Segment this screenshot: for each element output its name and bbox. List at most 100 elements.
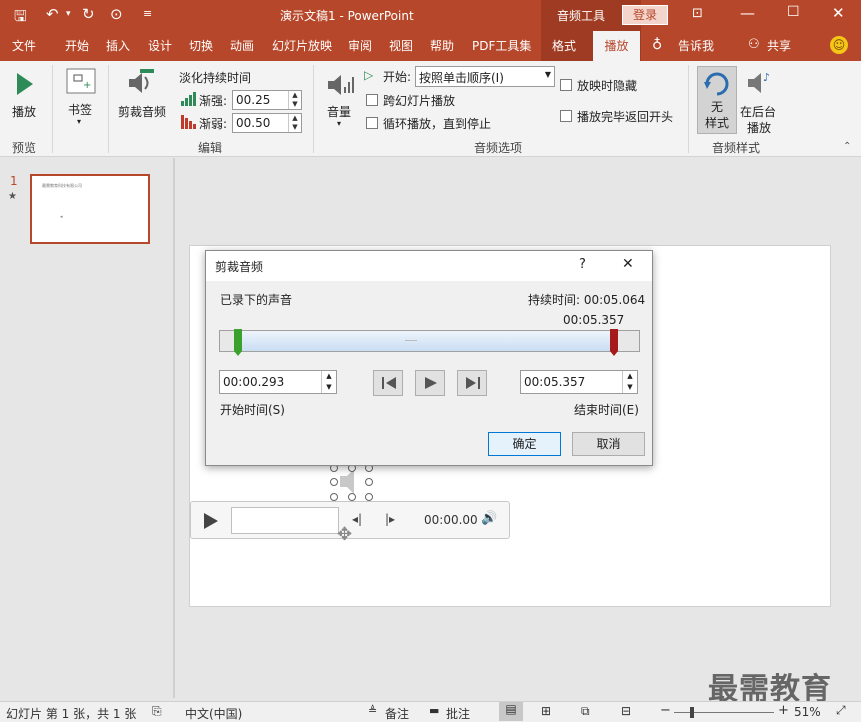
hide-during-show-checkbox[interactable] xyxy=(560,79,572,91)
start-select[interactable]: 按照单击顺序(I) ▼ xyxy=(415,66,555,87)
audio-tools-label: 音频工具 xyxy=(557,9,606,23)
fit-to-window-icon[interactable]: ⤢ xyxy=(836,703,846,718)
login-button[interactable]: 登录 xyxy=(622,5,668,25)
trim-audio-icon[interactable] xyxy=(126,68,156,98)
start-label: 开始: xyxy=(383,70,412,84)
preview-play-button[interactable]: 播放 xyxy=(12,103,36,120)
bookmark-dropdown-icon[interactable]: ▾ xyxy=(77,117,81,126)
zoom-slider[interactable] xyxy=(674,712,774,713)
volume-dropdown-icon[interactable]: ▾ xyxy=(337,119,341,128)
background-play-icon[interactable]: ♪ xyxy=(745,69,775,97)
tab-review[interactable]: 审阅 xyxy=(348,31,372,61)
previous-button[interactable] xyxy=(373,370,403,396)
undo-dropdown-icon[interactable]: ▾ xyxy=(66,9,71,19)
zoom-out-icon[interactable]: − xyxy=(660,703,671,718)
tell-me-box[interactable]: 告诉我 xyxy=(678,31,714,61)
cross-slides-checkbox[interactable] xyxy=(366,94,378,106)
customize-qat-icon[interactable]: ≡ xyxy=(143,7,152,20)
background-play-label-2[interactable]: 播放 xyxy=(747,119,771,136)
player-play-icon[interactable] xyxy=(203,512,219,530)
player-volume-icon[interactable]: 🔊 xyxy=(481,511,497,526)
collapse-ribbon-icon[interactable]: ⌃ xyxy=(843,141,851,152)
tab-view[interactable]: 视图 xyxy=(389,31,413,61)
slide-sorter-icon[interactable]: ⊞ xyxy=(541,704,551,718)
tab-help[interactable]: 帮助 xyxy=(430,31,454,61)
save-icon[interactable]: 🖫 xyxy=(14,6,27,31)
start-marker-handle[interactable] xyxy=(234,329,243,357)
cancel-button[interactable]: 取消 xyxy=(572,432,645,456)
dialog-play-button[interactable] xyxy=(415,370,445,396)
start-time-spin-icon[interactable]: ▲ ▼ xyxy=(321,371,336,393)
start-dropdown-icon[interactable]: ▼ xyxy=(545,70,551,79)
notes-button[interactable]: 备注 xyxy=(385,705,409,722)
spelling-icon[interactable]: ⎘ xyxy=(152,704,162,719)
trim-audio-button[interactable]: 剪裁音频 xyxy=(118,103,166,120)
start-time-input[interactable]: 00:00.293 ▲ ▼ xyxy=(219,370,337,394)
slideshow-view-icon[interactable]: ⊟ xyxy=(621,704,631,718)
fade-out-spinner[interactable]: 00.50 ▲ ▼ xyxy=(232,113,302,133)
zoom-in-icon[interactable]: + xyxy=(778,703,789,718)
minimize-icon[interactable]: — xyxy=(740,4,755,22)
end-marker-handle[interactable] xyxy=(610,329,619,357)
tab-pdf-tools[interactable]: PDF工具集 xyxy=(472,31,531,61)
ok-button[interactable]: 确定 xyxy=(488,432,561,456)
fade-out-spin-icon[interactable]: ▲ ▼ xyxy=(288,114,301,132)
ribbon-display-icon[interactable]: ⊡ xyxy=(692,6,703,21)
lightbulb-icon: ♁ xyxy=(652,37,663,53)
tab-file[interactable]: 文件 xyxy=(12,31,36,61)
rewind-checkbox[interactable] xyxy=(560,110,572,122)
loop-checkbox[interactable] xyxy=(366,117,378,129)
share-button[interactable]: 共享 xyxy=(767,31,791,61)
group-divider xyxy=(52,65,53,153)
comments-button[interactable]: 批注 xyxy=(446,705,470,722)
no-style-button[interactable]: 无 样式 xyxy=(697,66,737,134)
smiley-icon[interactable]: ☺ xyxy=(830,36,848,54)
fade-in-value: 00.25 xyxy=(236,93,271,107)
zoom-slider-thumb[interactable] xyxy=(690,707,694,718)
language-indicator[interactable]: 中文(中国) xyxy=(185,705,242,722)
play-icon[interactable] xyxy=(15,71,35,97)
maximize-icon[interactable]: ☐ xyxy=(787,4,800,20)
background-play-label-1[interactable]: 在后台 xyxy=(740,103,776,120)
audio-object[interactable] xyxy=(330,464,374,502)
svg-text:♪: ♪ xyxy=(763,71,770,84)
dialog-close-button[interactable]: ✕ xyxy=(622,256,634,272)
audio-timeline[interactable] xyxy=(219,330,640,352)
thumbnail-text: 最需教育科技有限公司 xyxy=(42,183,82,188)
redo-icon[interactable]: ↻ xyxy=(82,5,95,23)
dialog-help-button[interactable]: ? xyxy=(579,257,586,272)
end-time-label: 结束时间(E) xyxy=(574,403,639,417)
player-forward-icon[interactable]: |▸ xyxy=(385,512,395,526)
preview-group-label: 预览 xyxy=(12,141,37,155)
tab-animations[interactable]: 动画 xyxy=(230,31,254,61)
tab-format[interactable]: 格式 xyxy=(552,31,576,61)
volume-button[interactable]: 音量 xyxy=(327,103,351,120)
end-time-spin-icon[interactable]: ▲ ▼ xyxy=(622,371,637,393)
tab-slideshow[interactable]: 幻灯片放映 xyxy=(272,31,332,61)
bookmark-button[interactable]: 书签 xyxy=(68,101,92,118)
next-button[interactable] xyxy=(457,370,487,396)
audio-options-group-label: 音频选项 xyxy=(474,141,523,155)
tab-transitions[interactable]: 切换 xyxy=(189,31,213,61)
tab-playback[interactable]: 播放 xyxy=(593,31,640,61)
player-progress-bar[interactable] xyxy=(231,507,339,534)
reading-view-icon[interactable]: ⧉ xyxy=(581,704,590,719)
volume-icon[interactable] xyxy=(326,71,356,99)
comments-icon: ▬ xyxy=(429,704,440,717)
slide-thumbnail[interactable]: 最需教育科技有限公司 ◂ xyxy=(30,174,150,244)
bookmark-icon[interactable]: + xyxy=(66,68,96,94)
fade-in-spin-icon[interactable]: ▲ ▼ xyxy=(288,91,301,109)
present-icon[interactable]: ⊙ xyxy=(110,5,123,23)
tab-home[interactable]: 开始 xyxy=(65,31,89,61)
share-person-icon: ⚇ xyxy=(748,37,760,52)
close-window-icon[interactable]: ✕ xyxy=(832,4,845,22)
fade-in-spinner[interactable]: 00.25 ▲ ▼ xyxy=(232,90,302,110)
tab-design[interactable]: 设计 xyxy=(148,31,172,61)
undo-icon[interactable]: ↶ xyxy=(46,5,59,23)
normal-view-icon[interactable]: ▤ xyxy=(499,702,523,721)
zoom-level[interactable]: 51% xyxy=(794,705,821,719)
end-time-input[interactable]: 00:05.357 ▲ ▼ xyxy=(520,370,638,394)
player-back-icon[interactable]: ◂| xyxy=(352,512,362,526)
dialog-play-icon xyxy=(425,377,437,389)
tab-insert[interactable]: 插入 xyxy=(106,31,130,61)
